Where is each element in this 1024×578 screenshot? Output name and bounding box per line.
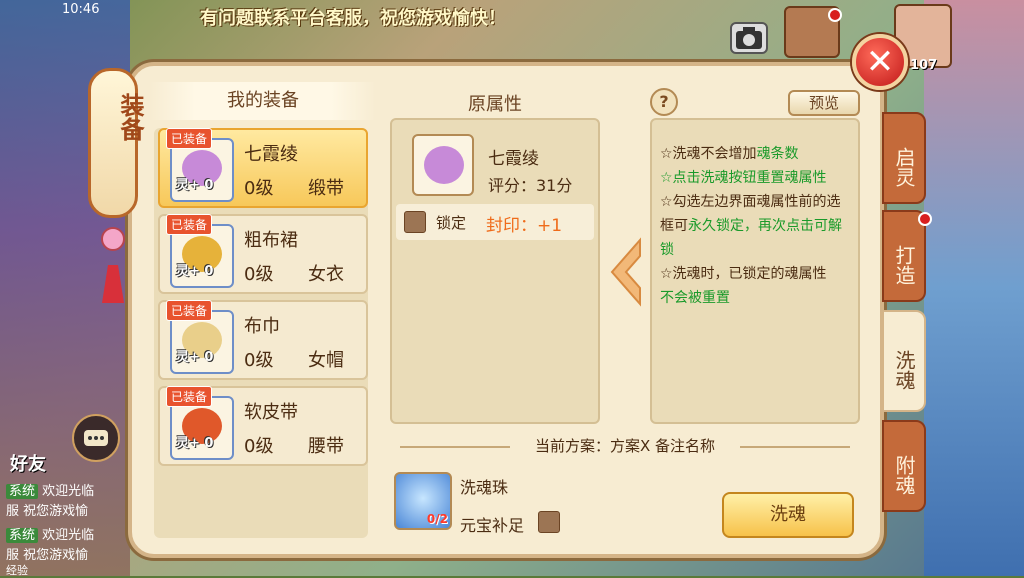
info-panel: ☆洗魂不会增加魂条数 ☆点击洗魂按钮重置魂属性 ☆勾选左边界面魂属性前的选框可永… [650,118,860,424]
tab-attach-soul[interactable]: 附魂 [882,420,926,512]
camera-icon[interactable] [730,22,768,54]
ribbon-icon [412,134,474,196]
spirit-level: 灵+ 0 [176,264,214,279]
chat-area: 好友 系统 欢迎光临 服 祝您游戏愉 系统 欢迎光临 服 祝您游戏愉 经验 [0,400,128,577]
equipped-badge: 已装备 [166,386,213,407]
scene-right [924,0,1024,576]
chat-icon[interactable] [72,414,120,462]
player-level: 107 [910,58,938,73]
chat-text: 服 祝您游戏愉 [6,504,89,519]
close-button[interactable]: ✕ [852,34,908,90]
info-line: ☆点击洗魂按钮重置魂属性 [660,170,827,186]
close-icon: ✕ [865,42,895,82]
info-highlight: 不会被重置 [660,290,730,306]
lock-label: 锁定 [436,214,467,232]
chat-row: 系统 欢迎光临 [6,480,94,499]
equipment-item[interactable]: 已装备 灵+ 0 布巾 0级 女帽 [158,300,368,380]
help-icon: ? [659,92,669,111]
item-name: 布巾 [244,316,280,337]
equipment-list-panel: 我的装备 已装备 灵+ 0 七霞绫 0级 缎带 已装备 灵+ 0 粗布裙 0级 … [150,82,376,546]
chat-row: 服 祝您游戏愉 [6,500,88,519]
chat-row: 系统 欢迎光临 [6,524,94,543]
tab-wash-soul[interactable]: 洗魂 [882,310,926,412]
lock-row: 锁定 封印：+1 [396,204,594,240]
spirit-level: 灵+ 0 [176,436,214,451]
preview-button[interactable]: 预览 [788,90,860,116]
item-level: 0级 [244,436,274,457]
item-type: 女帽 [308,350,344,371]
info-line: ☆洗魂不会增加 [660,146,757,162]
chat-text: 服 祝您游戏愉 [6,548,89,563]
supplement-checkbox[interactable] [538,511,560,533]
chat-row: 服 祝您游戏愉 [6,544,88,563]
spirit-level: 灵+ 0 [176,178,214,193]
attribute-score: 评分：31分 [488,176,573,195]
lock-checkbox[interactable] [404,211,426,233]
lantern-title: 装备 [88,68,144,218]
item-type: 缎带 [308,178,344,199]
equipped-badge: 已装备 [166,300,213,321]
panel-title: 我的装备 [150,82,376,120]
item-type: 女衣 [308,264,344,285]
lantern-title-text: 装备 [116,93,144,141]
item-name: 软皮带 [244,402,298,423]
status-time: 10:46 [62,2,100,17]
current-scheme[interactable]: 当前方案：方案X 备注名称 [390,430,860,462]
item-name: 粗布裙 [244,230,298,251]
chat-text: 欢迎光临 [42,484,95,499]
info-highlight: 永久锁定，再次点击可解锁 [660,218,842,258]
equipment-item[interactable]: 已装备 灵+ 0 粗布裙 0级 女衣 [158,214,368,294]
item-level: 0级 [244,178,274,199]
equipment-item[interactable]: 已装备 灵+ 0 软皮带 0级 腰带 [158,386,368,466]
wash-soul-button[interactable]: 洗魂 [722,492,854,538]
gem-count: 0/2 [426,512,448,526]
item-type: 腰带 [308,436,344,457]
friends-label[interactable]: 好友 [10,450,46,476]
supplement-label: 元宝补足 [460,516,525,535]
system-notice: 有问题联系平台客服，祝您游戏愉快！ [200,8,506,29]
equipped-badge: 已装备 [166,128,213,149]
chat-text: 欢迎光临 [42,528,95,543]
attributes-title: 原属性 [468,94,522,115]
equipped-badge: 已装备 [166,214,213,235]
notification-dot [918,212,932,226]
info-line: ☆洗魂时，已锁定的魂属性 [660,266,827,282]
equipment-item[interactable]: 已装备 灵+ 0 七霞绫 0级 缎带 [158,128,368,208]
attribute-header: 七霞绫 评分：31分 [400,126,590,202]
seal-attribute: 封印：+1 [486,216,563,236]
arrow-left-icon [610,237,641,307]
soul-gem-icon[interactable]: 0/2 [394,472,452,530]
item-level: 0级 [244,350,274,371]
item-name: 七霞绫 [244,144,298,165]
notification-dot [828,8,842,22]
help-button[interactable]: ? [650,88,678,116]
system-tag: 系统 [6,528,39,543]
attribute-item-name: 七霞绫 [488,149,539,169]
attributes-box: 七霞绫 评分：31分 锁定 封印：+1 [390,118,600,424]
system-tag: 系统 [6,484,39,499]
tassel-ornament [101,227,125,303]
item-level: 0级 [244,264,274,285]
tab-qiling[interactable]: 启灵 [882,112,926,204]
consumable-name: 洗魂珠 [460,478,509,497]
equipment-list[interactable]: 已装备 灵+ 0 七霞绫 0级 缎带 已装备 灵+ 0 粗布裙 0级 女衣 已装… [154,128,368,538]
spirit-level: 灵+ 0 [176,350,214,365]
info-highlight: 魂条数 [756,146,799,162]
